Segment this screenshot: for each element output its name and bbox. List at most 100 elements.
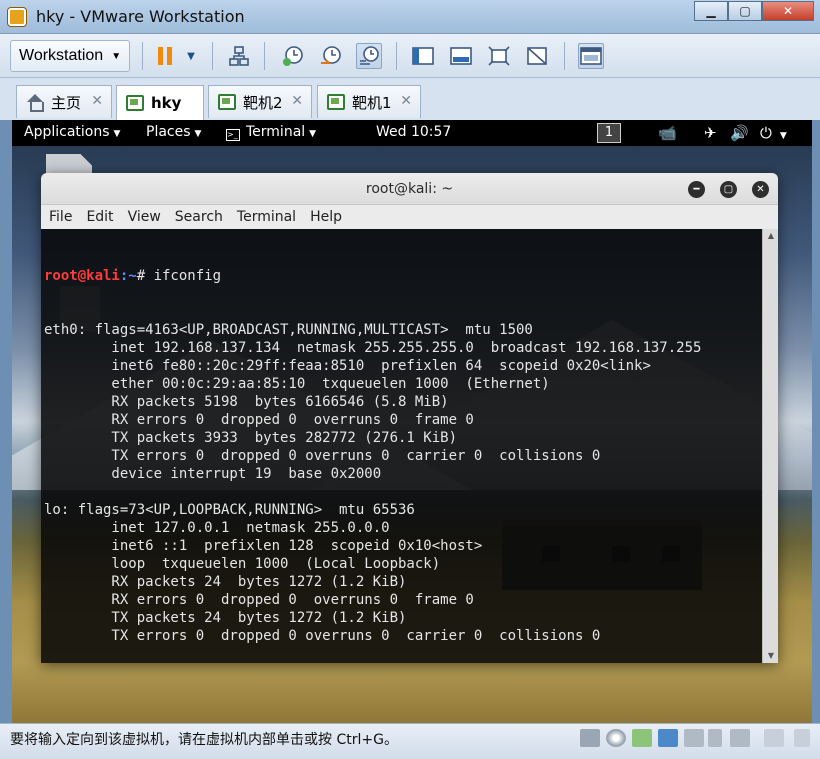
output-line: loop txqueuelen 1000 (Local Loopback)	[44, 556, 441, 572]
network-icon[interactable]	[226, 43, 252, 69]
snapshot-revert-icon[interactable]	[318, 43, 344, 69]
usb-device-icon[interactable]	[708, 729, 722, 747]
fullscreen-icon[interactable]	[486, 43, 512, 69]
output-line: device interrupt 19 base 0x2000	[44, 466, 382, 482]
applications-menu[interactable]: Applications ▼	[24, 124, 120, 140]
places-menu[interactable]: Places ▼	[146, 124, 201, 140]
terminal-maximize-button[interactable]: ▢	[720, 181, 737, 198]
workspace-indicator[interactable]: 1	[597, 123, 621, 143]
scroll-down-arrow[interactable]: ▼	[763, 649, 778, 663]
command-line: root@kali:~# ifconfig	[44, 267, 762, 285]
cd-drive-icon[interactable]	[606, 729, 626, 747]
toolbar-separator	[212, 42, 213, 70]
output-lines: eth0: flags=4163<UP,BROADCAST,RUNNING,MU…	[44, 321, 762, 663]
output-line: inet6 ::1 prefixlen 128 scopeid 0x10<hos…	[44, 538, 483, 554]
output-line: inet 127.0.0.1 netmask 255.0.0.0	[44, 520, 390, 536]
terminal-menubar: File Edit View Search Terminal Help	[41, 205, 778, 229]
status-message: 要将输入定向到该虚拟机，请在虚拟机内部单击或按 Ctrl+G。	[10, 732, 398, 748]
chevron-down-icon: ▼	[113, 129, 121, 139]
snapshot-manager-icon[interactable]	[356, 43, 382, 69]
toolbar-separator	[264, 42, 265, 70]
close-button[interactable]: ✕	[762, 1, 814, 21]
hard-disk-icon[interactable]	[580, 729, 600, 747]
network-adapter-icon[interactable]	[632, 729, 652, 747]
prompt-user: root@kali	[44, 268, 120, 284]
terminal-app-label: Terminal	[246, 124, 306, 140]
sound-card-icon[interactable]	[684, 729, 704, 747]
vm-tab-strip: 主页 ✕ hky 靶机2 ✕ 靶机1 ✕	[0, 78, 820, 120]
chevron-down-icon: ▼	[309, 129, 317, 139]
terminal-output[interactable]: root@kali:~# ifconfig eth0: flags=4163<U…	[41, 229, 762, 663]
pause-icon[interactable]	[152, 43, 178, 69]
power-icon[interactable]: ⏻ ▼	[760, 124, 787, 142]
menu-file[interactable]: File	[49, 209, 72, 225]
applications-label: Applications	[24, 124, 110, 140]
vm-icon	[126, 95, 144, 111]
output-line: RX packets 24 bytes 1272 (1.2 KiB)	[44, 574, 407, 590]
message-icon[interactable]	[764, 729, 784, 747]
terminal-small-icon: >_	[226, 129, 240, 141]
maximize-button[interactable]: ▢	[728, 1, 762, 21]
output-line: inet6 fe80::20c:29ff:feaa:8510 prefixlen…	[44, 358, 651, 374]
console-view-icon[interactable]	[448, 43, 474, 69]
vm-guest-display[interactable]: Applications ▼ Places ▼ >_ Terminal ▼ Wed 10…	[12, 120, 812, 723]
minimize-button[interactable]: ▁	[694, 1, 728, 21]
output-line: TX errors 0 dropped 0 overruns 0 carrier…	[44, 448, 601, 464]
command-text: ifconfig	[153, 268, 222, 284]
vm-icon	[218, 94, 236, 110]
clock[interactable]: Wed 10:57	[376, 124, 451, 140]
output-line: TX packets 24 bytes 1272 (1.2 KiB)	[44, 610, 407, 626]
workstation-menu-button[interactable]: Workstation ▼	[10, 40, 131, 72]
pause-dropdown-icon[interactable]: ▼	[178, 43, 204, 69]
tab-home[interactable]: 主页 ✕	[16, 85, 112, 118]
tab-target1[interactable]: 靶机1 ✕	[317, 85, 421, 118]
chevron-down-icon: ▼	[111, 50, 122, 62]
vm-icon	[327, 94, 345, 110]
menu-search[interactable]: Search	[175, 209, 223, 225]
terminal-window[interactable]: root@kali: ~ ━ ▢ ✕ File Edit View Search…	[41, 173, 778, 663]
scroll-up-arrow[interactable]: ▲	[763, 229, 778, 243]
volume-icon[interactable]: 🔊	[730, 124, 749, 142]
network-icon[interactable]: ✈	[704, 124, 717, 142]
places-label: Places	[146, 124, 191, 140]
close-icon[interactable]: ✕	[291, 93, 303, 109]
menu-view[interactable]: View	[128, 209, 161, 225]
tab-hky[interactable]: hky	[116, 85, 204, 120]
unity-icon[interactable]	[524, 43, 550, 69]
output-line: ether 00:0c:29:aa:85:10 txqueuelen 1000 …	[44, 376, 550, 392]
display-icon[interactable]	[730, 729, 750, 747]
output-line: eth0: flags=4163<UP,BROADCAST,RUNNING,MU…	[44, 322, 533, 338]
vmware-statusbar: 要将输入定向到该虚拟机，请在虚拟机内部单击或按 Ctrl+G。	[0, 723, 820, 759]
close-icon[interactable]: ✕	[400, 93, 412, 109]
tab-label: 主页	[51, 93, 82, 112]
terminal-scrollbar[interactable]: ▲ ▼	[762, 229, 778, 663]
menu-edit[interactable]: Edit	[86, 209, 113, 225]
terminal-minimize-button[interactable]: ━	[688, 181, 705, 198]
workstation-menu-label: Workstation	[19, 47, 104, 64]
window-title: hky - VMware Workstation	[36, 7, 245, 26]
output-line: TX errors 0 dropped 0 overruns 0 carrier…	[44, 628, 601, 644]
output-line: RX packets 5198 bytes 6166546 (5.8 MiB)	[44, 394, 449, 410]
close-icon[interactable]: ✕	[91, 93, 103, 109]
terminal-app-menu[interactable]: >_ Terminal ▼	[226, 124, 316, 141]
toolbar-separator	[142, 42, 143, 70]
usb-icon[interactable]	[658, 729, 678, 747]
menu-help[interactable]: Help	[310, 209, 342, 225]
sidebar-toggle-icon[interactable]	[410, 43, 436, 69]
snapshot-take-icon[interactable]	[280, 43, 306, 69]
vmware-titlebar: hky - VMware Workstation ▁ ▢ ✕	[0, 0, 820, 34]
output-line: inet 192.168.137.134 netmask 255.255.255…	[44, 340, 702, 356]
window-controls: ▁ ▢ ✕	[694, 1, 814, 21]
terminal-titlebar[interactable]: root@kali: ~ ━ ▢ ✕	[41, 173, 778, 205]
camera-icon[interactable]: 📹	[658, 124, 677, 142]
vmware-toolbar: Workstation ▼ ▼	[0, 34, 820, 78]
resize-grip-icon[interactable]	[794, 729, 810, 747]
terminal-close-button[interactable]: ✕	[752, 181, 769, 198]
menu-terminal[interactable]: Terminal	[237, 209, 296, 225]
tab-label: 靶机1	[352, 93, 392, 112]
output-line: RX errors 0 dropped 0 overruns 0 frame 0	[44, 412, 474, 428]
library-view-icon[interactable]	[578, 43, 604, 69]
tab-target2[interactable]: 靶机2 ✕	[208, 85, 312, 118]
toolbar-separator	[564, 42, 565, 70]
